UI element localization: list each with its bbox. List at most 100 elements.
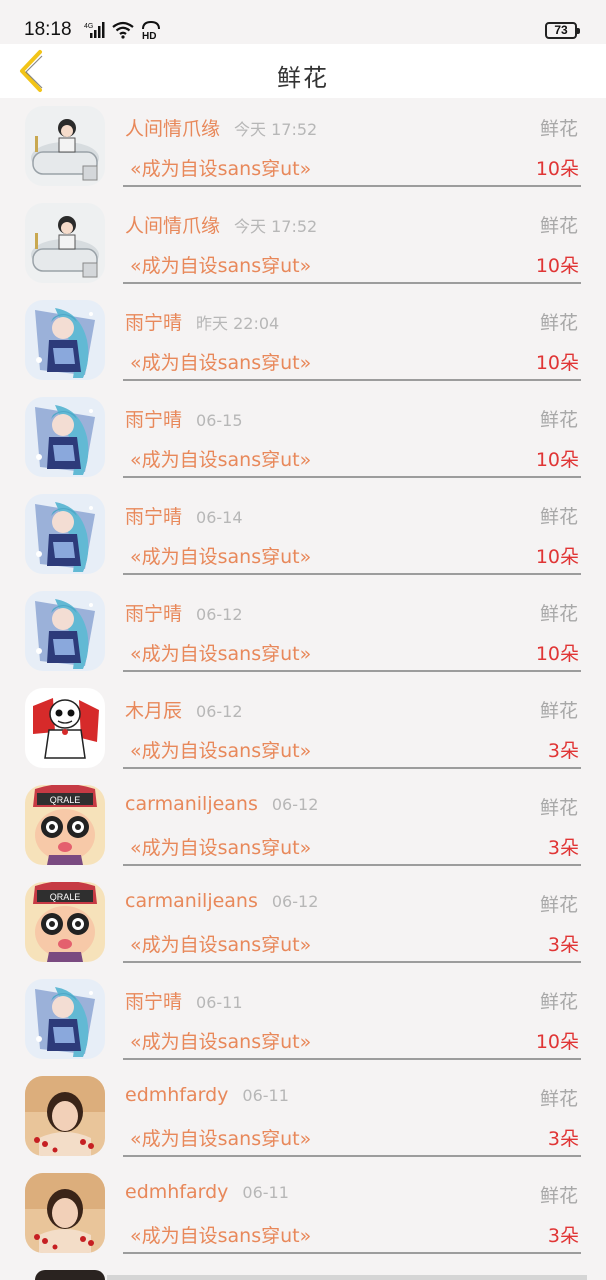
work-title[interactable]: «成为自设sans穿ut» [130,1027,311,1054]
sender-name-text: 人间情爪缘 [125,118,221,140]
gift-count: 10朵 [535,643,579,665]
sender-name-text: edmhfardy [125,1084,229,1106]
list-item[interactable]: 雨宁晴 昨天 22:04 鲜花 «成为自设sans穿ut» 10朵 [0,292,606,389]
timestamp: 06-11 [242,1086,289,1105]
timestamp: 06-12 [196,702,243,721]
divider [123,1155,581,1157]
sender-name: 人间情爪缘 今天 17:52 [125,114,317,141]
work-title[interactable]: «成为自设sans穿ut» [130,1221,311,1248]
divider [123,185,581,187]
avatar[interactable]: QRALE [25,785,105,865]
avatar[interactable] [25,1076,105,1156]
divider [123,573,581,575]
avatar[interactable]: QRALE [25,882,105,962]
battery-indicator: 73 [545,22,580,39]
avatar[interactable] [25,979,105,1059]
sender-name: 雨宁晴 06-15 [125,405,243,432]
timestamp: 06-14 [196,508,243,527]
avatar[interactable] [25,1173,105,1253]
work-title[interactable]: «成为自设sans穿ut» [130,833,311,860]
gift-count: 10朵 [535,352,579,374]
gift-type: 鲜花 [539,894,578,916]
divider [123,864,581,866]
gift-type: 鲜花 [539,603,578,625]
list-item-partial [0,1267,606,1280]
page-title: 鲜花 [277,64,329,92]
sender-name: 木月辰 06-12 [125,696,243,723]
work-title[interactable]: «成为自设sans穿ut» [130,251,311,278]
status-icons: 4G HD [84,20,162,40]
avatar[interactable] [25,397,105,477]
sender-name-text: 雨宁晴 [125,991,183,1013]
sender-name-text: carmaniljeans [125,890,258,912]
sender-name: edmhfardy 06-11 [125,1181,289,1203]
work-title[interactable]: «成为自设sans穿ut» [130,930,311,957]
gift-type: 鲜花 [539,215,578,237]
timestamp: 06-12 [271,892,319,911]
gift-type: 鲜花 [539,1088,578,1110]
work-title[interactable]: «成为自设sans穿ut» [130,736,311,763]
timestamp: 昨天 22:04 [196,314,280,333]
divider [123,379,581,381]
sender-name-text: carmaniljeans [125,793,258,815]
timestamp: 今天 17:52 [234,217,318,236]
sender-name-text: 雨宁晴 [125,312,183,334]
gift-type: 鲜花 [539,312,578,334]
sender-name: carmaniljeans 06-12 [125,890,318,912]
divider [123,961,581,963]
gift-type: 鲜花 [539,409,578,431]
gift-count: 3朵 [547,1128,579,1150]
list-item[interactable]: 雨宁晴 06-15 鲜花 «成为自设sans穿ut» 10朵 [0,389,606,486]
svg-text:QRALE: QRALE [50,795,81,805]
divider [123,476,581,478]
sender-name-text: 雨宁晴 [125,603,183,625]
list-item[interactable]: edmhfardy 06-11 鲜花 «成为自设sans穿ut» 3朵 [0,1165,606,1262]
avatar[interactable] [25,106,105,186]
list-item[interactable]: edmhfardy 06-11 鲜花 «成为自设sans穿ut» 3朵 [0,1068,606,1165]
divider [107,1275,587,1280]
sender-name: carmaniljeans 06-12 [125,793,318,815]
divider [123,670,581,672]
gift-count: 3朵 [547,934,579,956]
sender-name: 雨宁晴 06-14 [125,502,243,529]
nav-bar: 鲜花 [0,44,606,98]
avatar[interactable] [25,300,105,380]
work-title[interactable]: «成为自设sans穿ut» [130,154,311,181]
sender-name-text: edmhfardy [125,1181,229,1203]
work-title[interactable]: «成为自设sans穿ut» [130,445,311,472]
gift-type: 鲜花 [539,506,578,528]
sender-name: 雨宁晴 昨天 22:04 [125,308,279,335]
list-item[interactable]: QRALE carmaniljeans 06-12 鲜花 «成为自设sans穿ut… [0,874,606,971]
gift-list: 人间情爪缘 今天 17:52 鲜花 «成为自设sans穿ut» 10朵 人间情爪缘… [0,98,606,1262]
sender-name: 人间情爪缘 今天 17:52 [125,211,317,238]
timestamp: 06-12 [271,795,319,814]
sender-name: 雨宁晴 06-11 [125,987,243,1014]
svg-text:QRALE: QRALE [50,892,81,902]
list-item[interactable]: QRALE carmaniljeans 06-12 鲜花 «成为自设sans穿ut… [0,777,606,874]
list-item[interactable]: 雨宁晴 06-11 鲜花 «成为自设sans穿ut» 10朵 [0,971,606,1068]
gift-count: 10朵 [535,449,579,471]
list-item[interactable]: 人间情爪缘 今天 17:52 鲜花 «成为自设sans穿ut» 10朵 [0,195,606,292]
hd-voice-icon: HD [142,20,160,40]
sender-name: 雨宁晴 06-12 [125,599,243,626]
avatar [35,1270,105,1280]
list-item[interactable]: 木月辰 06-12 鲜花 «成为自设sans穿ut» 3朵 [0,680,606,777]
gift-type: 鲜花 [539,1185,578,1207]
avatar[interactable] [25,203,105,283]
wifi-icon [112,21,134,39]
list-item[interactable]: 雨宁晴 06-12 鲜花 «成为自设sans穿ut» 10朵 [0,583,606,680]
work-title[interactable]: «成为自设sans穿ut» [130,542,311,569]
work-title[interactable]: «成为自设sans穿ut» [130,1124,311,1151]
avatar[interactable] [25,591,105,671]
work-title[interactable]: «成为自设sans穿ut» [130,639,311,666]
svg-text:4G: 4G [84,23,93,30]
gift-count: 10朵 [535,1031,579,1053]
signal-icon: 4G [84,22,105,38]
avatar[interactable] [25,494,105,574]
gift-type: 鲜花 [539,118,578,140]
avatar[interactable] [25,688,105,768]
status-bar: 18:18 4G HD 73 [0,0,606,44]
list-item[interactable]: 雨宁晴 06-14 鲜花 «成为自设sans穿ut» 10朵 [0,486,606,583]
list-item[interactable]: 人间情爪缘 今天 17:52 鲜花 «成为自设sans穿ut» 10朵 [0,98,606,195]
work-title[interactable]: «成为自设sans穿ut» [130,348,311,375]
